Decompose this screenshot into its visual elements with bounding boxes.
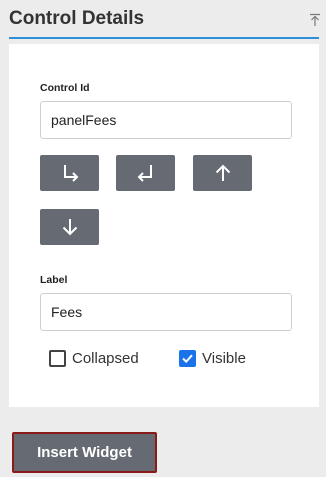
arrow-up-icon	[215, 164, 230, 181]
arrow-down-icon	[62, 219, 77, 236]
move-into-button[interactable]	[40, 155, 99, 191]
visible-checkbox-row[interactable]: Visible	[179, 347, 246, 369]
collapse-to-top-icon[interactable]	[309, 13, 321, 27]
label-field-label: Label	[40, 274, 68, 286]
collapsed-checkbox-row[interactable]: Collapsed	[49, 347, 139, 369]
panel-title: Control Details	[9, 8, 145, 29]
control-id-label: Control Id	[40, 82, 90, 94]
collapsed-checkbox[interactable]	[49, 349, 66, 367]
move-down-button[interactable]	[40, 209, 99, 245]
panel-header: Control Details	[0, 0, 326, 40]
visible-checkbox-label: Visible	[202, 349, 246, 367]
checkmark-icon	[182, 354, 193, 363]
move-up-button[interactable]	[193, 155, 252, 191]
insert-widget-button[interactable]: Insert Widget	[12, 432, 157, 473]
collapsed-checkbox-label: Collapsed	[72, 349, 139, 367]
control-details-panel: Control Id Label Collapsed	[9, 44, 319, 407]
visible-checkbox[interactable]	[179, 349, 196, 367]
label-input[interactable]	[40, 293, 292, 331]
title-underline	[9, 37, 319, 39]
control-id-input[interactable]	[40, 101, 292, 139]
move-out-button[interactable]	[116, 155, 175, 191]
arrow-down-right-icon	[63, 165, 78, 182]
arrow-return-left-icon	[137, 165, 152, 182]
